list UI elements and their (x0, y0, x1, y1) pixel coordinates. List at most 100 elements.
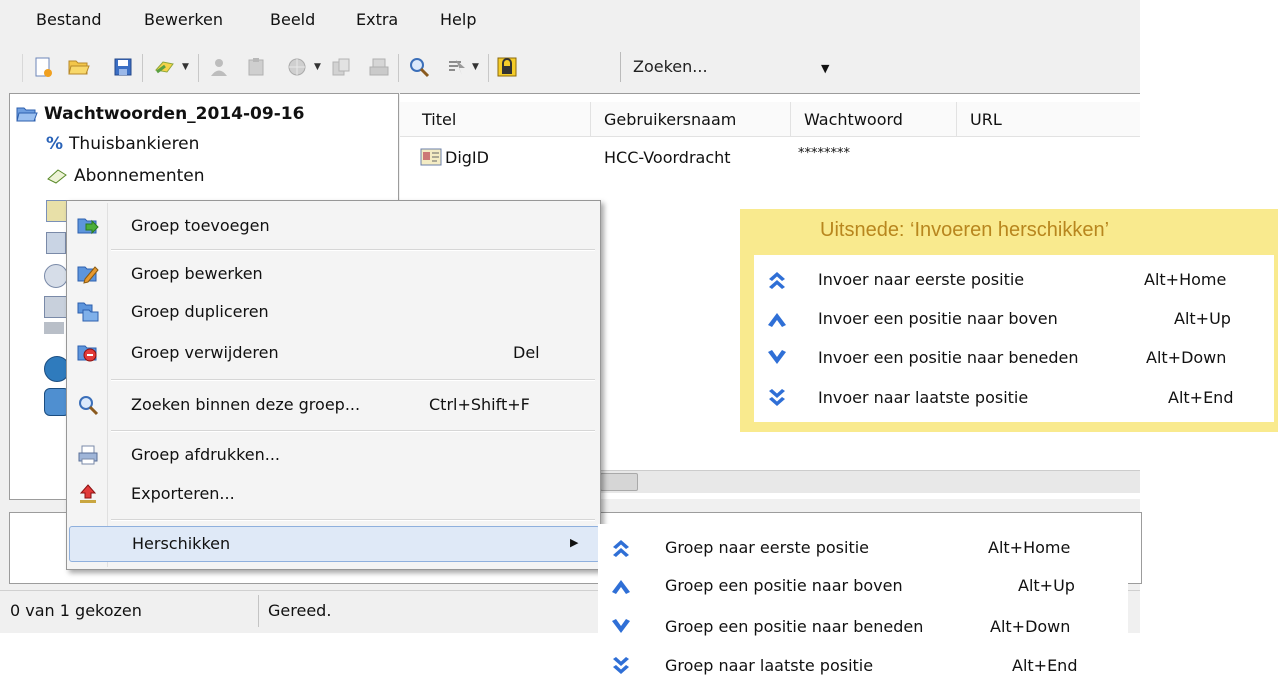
column-header-gebruikersnaam[interactable]: Gebruikersnaam (604, 110, 736, 129)
toolbar-separator (198, 54, 199, 82)
submenu-item-positie-boven[interactable]: Groep een positie naar boven Alt+Up (598, 567, 1118, 605)
open-folder-icon (16, 107, 38, 122)
tree-item-label: Abonnementen (74, 166, 205, 186)
add-entry-icon[interactable] (152, 54, 178, 80)
scrollbar-thumb[interactable] (600, 473, 638, 491)
double-up-arrow-icon (610, 537, 632, 559)
menu-item-label: Exporteren... (131, 484, 235, 503)
export-icon (79, 484, 97, 503)
search-input[interactable] (631, 56, 815, 77)
menu-item-shortcut: Del (513, 343, 540, 362)
search-icon (79, 396, 99, 416)
menu-item-label: Groep dupliceren (131, 302, 269, 321)
submenu-item-label: Groep naar laatste positie (665, 656, 874, 675)
save-icon[interactable] (110, 54, 136, 80)
menu-extra[interactable]: Extra (356, 10, 398, 29)
submenu-item-shortcut: Alt+Down (990, 617, 1071, 636)
quick-search-icon[interactable] (444, 54, 470, 80)
edit-group-icon (77, 266, 99, 284)
menu-bestand[interactable]: Bestand (36, 10, 102, 29)
callout-item-label: Invoer naar laatste positie (818, 388, 1029, 407)
double-down-arrow-icon (766, 387, 788, 409)
submenu-item-laatste-positie[interactable]: Groep naar laatste positie Alt+End (598, 647, 1118, 685)
tree-root[interactable]: Wachtwoorden_2014-09-16 (16, 104, 304, 124)
menu-item-exporteren[interactable]: Exporteren... (69, 477, 598, 511)
menu-item-groep-bewerken[interactable]: Groep bewerken (69, 257, 598, 291)
menu-item-groep-verwijderen[interactable]: Groep verwijderen Del (69, 336, 598, 370)
callout-title: Uitsnede: ‘Invoeren herschikken’ (820, 219, 1110, 241)
printer-icon (78, 445, 98, 465)
envelope-icon (47, 169, 67, 184)
submenu-item-positie-beneden[interactable]: Groep een positie naar beneden Alt+Down (598, 608, 1118, 646)
entry-password: ******** (798, 146, 850, 161)
submenu-item-shortcut: Alt+Home (988, 538, 1071, 557)
menu-bewerken[interactable]: Bewerken (144, 10, 223, 29)
copy-password-icon[interactable] (244, 54, 270, 80)
menu-separator (111, 379, 595, 381)
menu-item-herschikken[interactable]: Herschikken ▶ (69, 526, 600, 562)
percent-icon: % (46, 134, 64, 154)
new-database-icon[interactable] (30, 54, 56, 80)
add-group-icon (77, 218, 99, 235)
copy-url-icon[interactable] (328, 54, 354, 80)
menu-separator (111, 519, 595, 521)
group-icon (46, 200, 68, 222)
menu-item-zoeken-binnen-groep[interactable]: Zoeken binnen deze groep... Ctrl+Shift+F (69, 388, 598, 422)
tree-item-abonnementen[interactable]: Abonnementen (46, 166, 205, 186)
search-combobox[interactable]: ▼ (620, 52, 841, 82)
herschikken-submenu: Groep naar eerste positie Alt+Home Groep… (598, 524, 1128, 688)
submenu-arrow-icon: ▶ (570, 536, 579, 549)
menu-bar: Bestand Bewerken Beeld Extra Help (0, 0, 1140, 40)
menu-item-label: Groep bewerken (131, 264, 263, 283)
submenu-item-label: Groep naar eerste positie (665, 538, 870, 557)
double-down-arrow-icon (610, 655, 632, 677)
perform-auto-type-icon[interactable] (366, 54, 392, 80)
callout-item-label: Invoer naar eerste positie (818, 270, 1025, 289)
menu-item-groep-dupliceren[interactable]: Groep dupliceren (69, 295, 598, 329)
menu-item-groep-afdrukken[interactable]: Groep afdrukken... (69, 438, 598, 472)
menu-item-label: Groep verwijderen (131, 343, 279, 362)
column-divider[interactable] (590, 102, 591, 136)
up-arrow-icon (610, 575, 632, 597)
menu-beeld[interactable]: Beeld (270, 10, 315, 29)
column-header-wachtwoord[interactable]: Wachtwoord (804, 110, 903, 129)
column-divider[interactable] (956, 102, 957, 136)
table-row[interactable]: DigID HCC-Voordracht ******** (400, 142, 1140, 174)
menu-item-groep-toevoegen[interactable]: Groep toevoegen (69, 209, 598, 243)
entry-card-icon (420, 148, 442, 166)
menu-help[interactable]: Help (440, 10, 476, 29)
open-folder-icon[interactable] (66, 54, 92, 80)
submenu-item-eerste-positie[interactable]: Groep naar eerste positie Alt+Home (598, 529, 1118, 567)
search-dropdown-arrow[interactable]: ▼ (821, 62, 829, 75)
quick-search-dropdown[interactable]: ▼ (472, 62, 479, 72)
duplicate-group-icon (77, 302, 99, 322)
find-icon[interactable] (406, 54, 432, 80)
disc-icon (44, 264, 68, 288)
column-header-titel[interactable]: Titel (422, 110, 456, 129)
toolbar-separator (488, 54, 489, 82)
entry-title: DigID (445, 148, 489, 167)
up-arrow-icon (766, 308, 788, 330)
document-icon (46, 232, 66, 254)
down-arrow-icon (610, 616, 632, 638)
copy-username-icon[interactable] (206, 54, 232, 80)
callout-item-laatste-positie: Invoer naar laatste positie Alt+End (754, 379, 1274, 417)
tree-item-thuisbankieren[interactable]: % Thuisbankieren (46, 134, 199, 154)
tree-item-label: Thuisbankieren (69, 134, 200, 154)
open-url-icon[interactable] (284, 54, 310, 80)
menu-item-label: Groep toevoegen (131, 216, 270, 235)
url-dropdown[interactable]: ▼ (314, 62, 321, 72)
submenu-item-shortcut: Alt+End (1012, 656, 1078, 675)
entry-username: HCC-Voordracht (604, 148, 731, 167)
callout-item-label: Invoer een positie naar boven (818, 309, 1058, 328)
lock-icon[interactable] (494, 54, 520, 80)
menu-separator (111, 249, 595, 251)
menu-item-shortcut: Ctrl+Shift+F (429, 395, 530, 414)
column-divider[interactable] (790, 102, 791, 136)
add-entry-dropdown[interactable]: ▼ (182, 62, 189, 72)
status-divider (258, 595, 259, 627)
column-header-url[interactable]: URL (970, 110, 1002, 129)
delete-group-icon (77, 345, 97, 362)
callout-item-eerste-positie: Invoer naar eerste positie Alt+Home (754, 261, 1274, 299)
computer-icon (44, 296, 68, 318)
